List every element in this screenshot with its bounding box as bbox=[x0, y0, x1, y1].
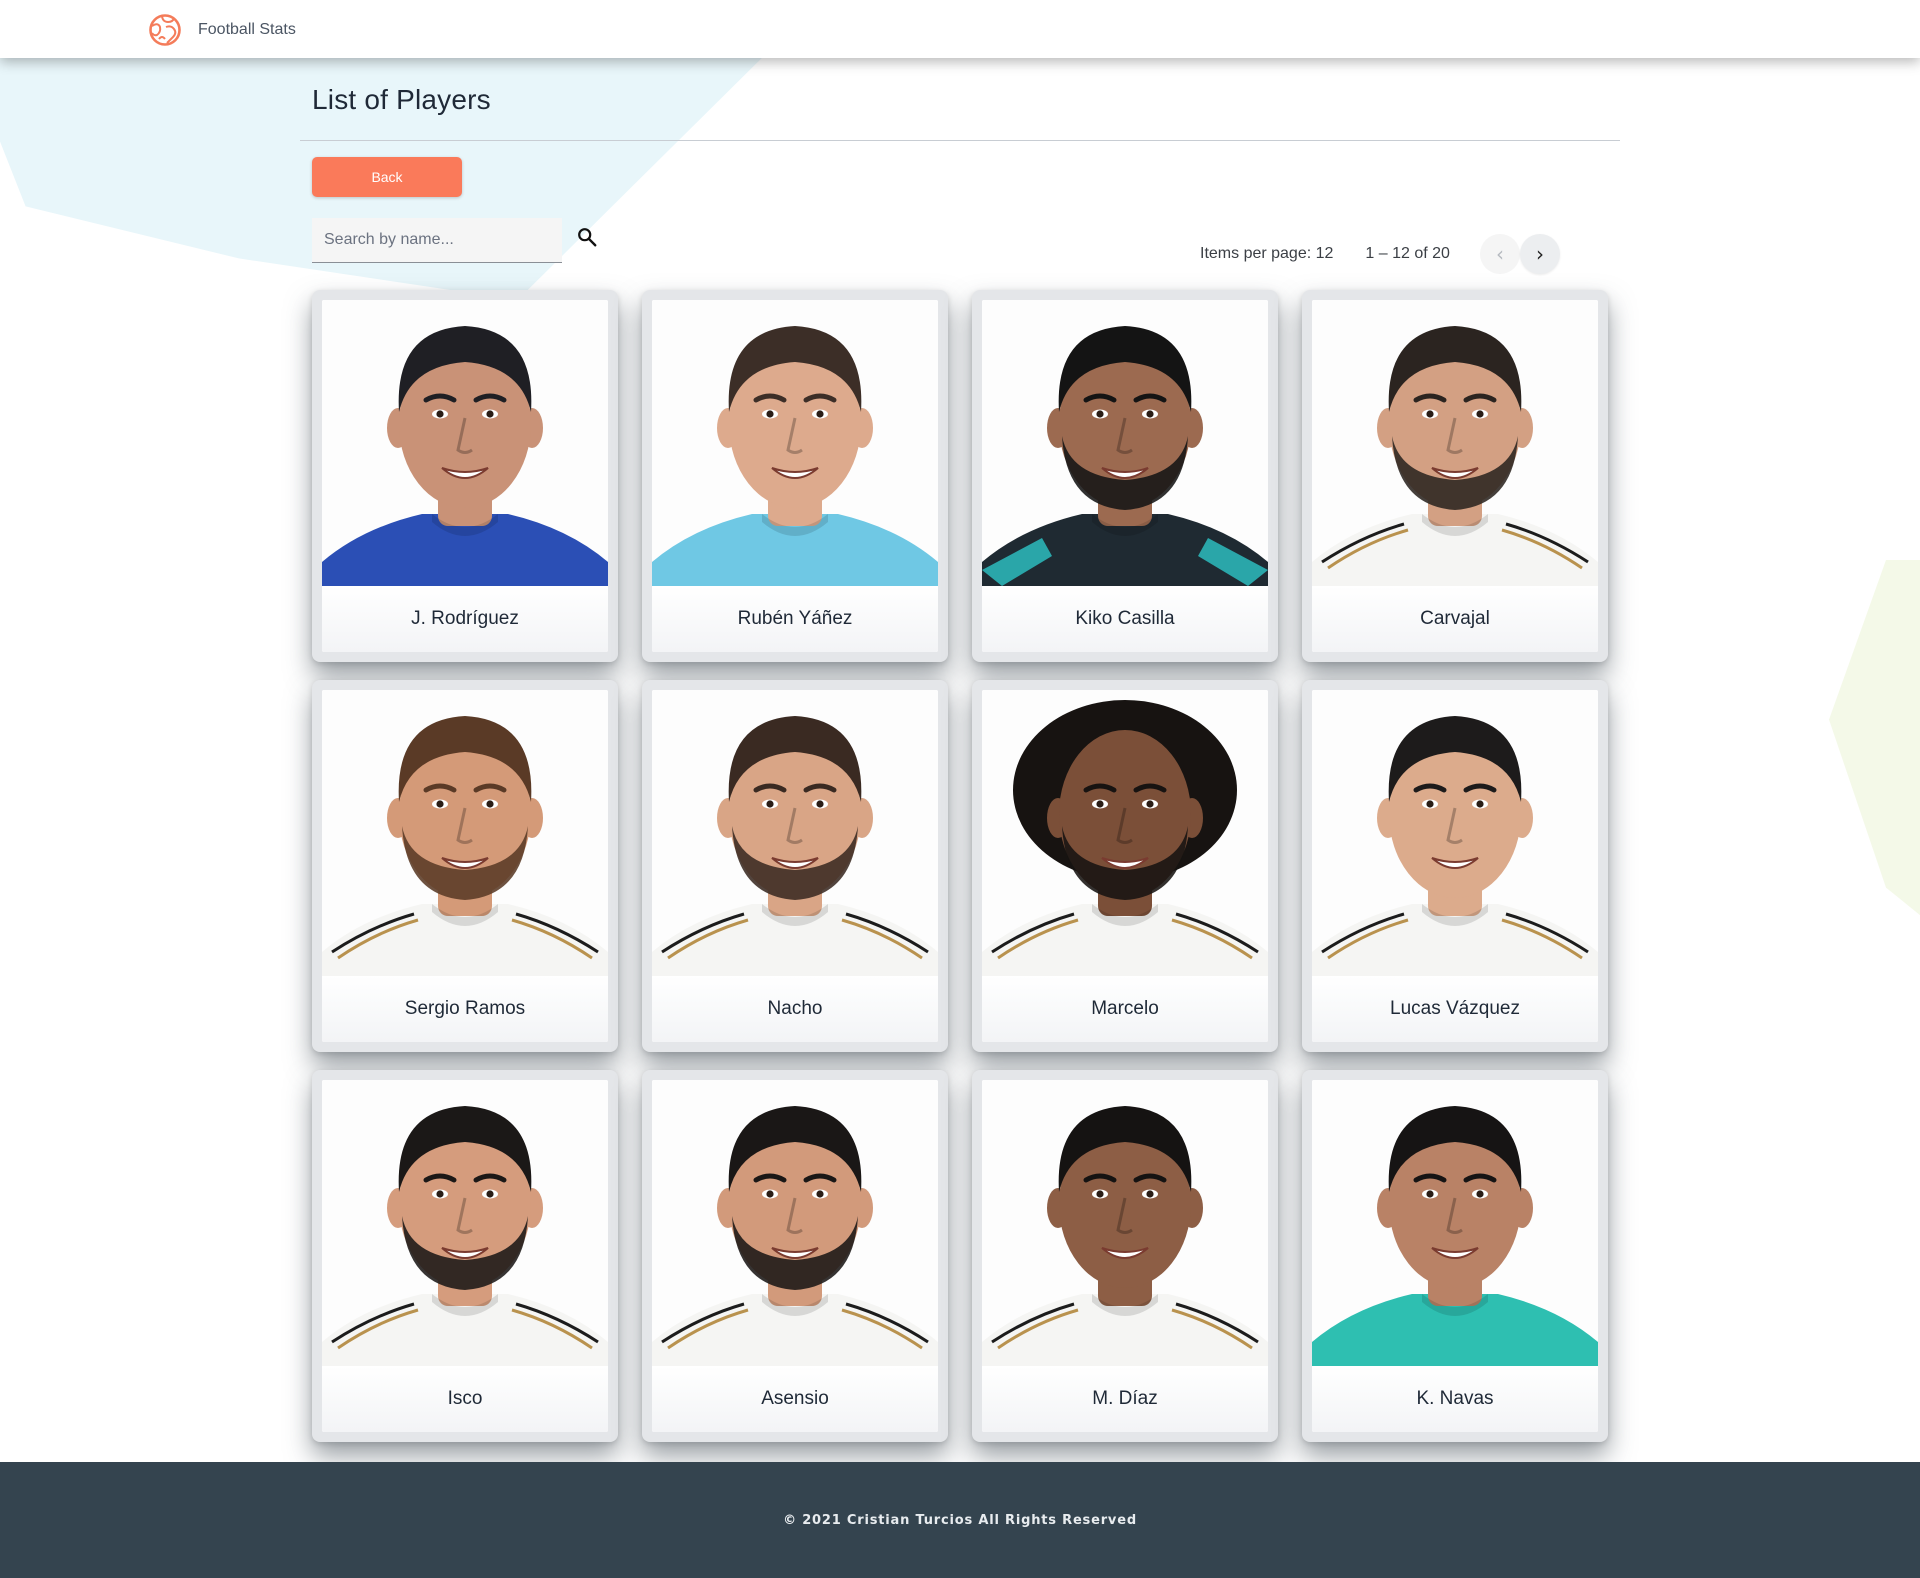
player-photo bbox=[652, 690, 938, 976]
player-name: Nacho bbox=[652, 976, 938, 1042]
player-photo bbox=[322, 690, 608, 976]
player-photo bbox=[982, 690, 1268, 976]
back-button[interactable]: Back bbox=[312, 157, 462, 197]
player-card[interactable]: Nacho bbox=[642, 680, 948, 1052]
player-name: K. Navas bbox=[1312, 1366, 1598, 1432]
player-card-body: Carvajal bbox=[1312, 300, 1598, 652]
player-card-body: Nacho bbox=[652, 690, 938, 1042]
next-page-button[interactable]: › bbox=[1519, 234, 1560, 274]
player-name: Sergio Ramos bbox=[322, 976, 608, 1042]
player-name: Carvajal bbox=[1312, 586, 1598, 652]
player-name: Lucas Vázquez bbox=[1312, 976, 1598, 1042]
player-card-body: Kiko Casilla bbox=[982, 300, 1268, 652]
player-photo bbox=[1312, 690, 1598, 976]
brand-link[interactable]: Football Stats bbox=[148, 13, 296, 47]
player-name: M. Díaz bbox=[982, 1366, 1268, 1432]
brand-name: Football Stats bbox=[198, 21, 296, 38]
footer: © 2021 Cristian Turcios All Rights Reser… bbox=[0, 1462, 1920, 1578]
player-name: Asensio bbox=[652, 1366, 938, 1432]
player-card-body: Lucas Vázquez bbox=[1312, 690, 1598, 1042]
player-card-body: Rubén Yáñez bbox=[652, 300, 938, 652]
player-photo bbox=[1312, 300, 1598, 586]
globe-icon bbox=[149, 14, 181, 46]
player-photo bbox=[1312, 1080, 1598, 1366]
chevron-left-icon: ‹ bbox=[1495, 242, 1504, 266]
player-name: Rubén Yáñez bbox=[652, 586, 938, 652]
player-photo bbox=[652, 300, 938, 586]
player-card[interactable]: Asensio bbox=[642, 1070, 948, 1442]
items-per-page-label: Items per page: 12 bbox=[1200, 245, 1334, 262]
player-name: Isco bbox=[322, 1366, 608, 1432]
player-card[interactable]: Marcelo bbox=[972, 680, 1278, 1052]
player-card[interactable]: Sergio Ramos bbox=[312, 680, 618, 1052]
player-name: J. Rodríguez bbox=[322, 586, 608, 652]
top-navbar: Football Stats bbox=[0, 0, 1920, 58]
search-input[interactable] bbox=[312, 218, 562, 262]
player-name: Kiko Casilla bbox=[982, 586, 1268, 652]
page-range-label: 1 – 12 of 20 bbox=[1365, 245, 1450, 262]
player-card-body: M. Díaz bbox=[982, 1080, 1268, 1432]
background-blob-right bbox=[1829, 560, 1920, 980]
player-photo bbox=[322, 300, 608, 586]
page-title: List of Players bbox=[312, 84, 491, 115]
player-card-body: J. Rodríguez bbox=[322, 300, 608, 652]
player-card[interactable]: Kiko Casilla bbox=[972, 290, 1278, 662]
title-divider bbox=[300, 140, 1620, 141]
player-card[interactable]: Rubén Yáñez bbox=[642, 290, 948, 662]
player-card[interactable]: Isco bbox=[312, 1070, 618, 1442]
copyright-text: © 2021 Cristian Turcios All Rights Reser… bbox=[783, 1512, 1137, 1528]
player-card[interactable]: Lucas Vázquez bbox=[1302, 680, 1608, 1052]
chevron-right-icon: › bbox=[1535, 242, 1544, 266]
previous-page-button[interactable]: ‹ bbox=[1479, 234, 1520, 274]
player-name: Marcelo bbox=[982, 976, 1268, 1042]
player-card-body: Marcelo bbox=[982, 690, 1268, 1042]
search-field bbox=[312, 218, 562, 263]
player-card[interactable]: Carvajal bbox=[1302, 290, 1608, 662]
player-photo bbox=[652, 1080, 938, 1366]
player-card-body: Sergio Ramos bbox=[322, 690, 608, 1042]
player-card-body: Isco bbox=[322, 1080, 608, 1432]
paginator: Items per page: 12 1 – 12 of 20 ‹ › bbox=[1200, 234, 1560, 274]
player-card[interactable]: K. Navas bbox=[1302, 1070, 1608, 1442]
player-card[interactable]: J. Rodríguez bbox=[312, 290, 618, 662]
player-card-body: K. Navas bbox=[1312, 1080, 1598, 1432]
player-photo bbox=[982, 1080, 1268, 1366]
player-photo bbox=[322, 1080, 608, 1366]
player-card-body: Asensio bbox=[652, 1080, 938, 1432]
player-photo bbox=[982, 300, 1268, 586]
player-card[interactable]: M. Díaz bbox=[972, 1070, 1278, 1442]
search-icon[interactable] bbox=[576, 226, 598, 248]
player-grid: J. Rodríguez Rubén Yáñez Kiko Casilla Carva… bbox=[312, 290, 1608, 1442]
